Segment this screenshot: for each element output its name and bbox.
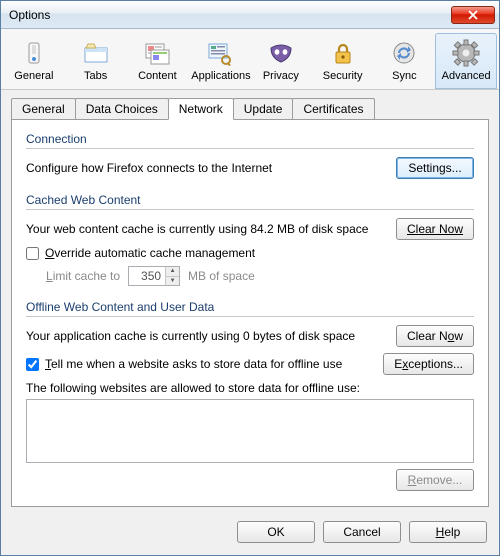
tabs-icon — [80, 38, 112, 68]
cached-section: Cached Web Content Your web content cach… — [26, 193, 474, 286]
remove-button[interactable]: Remove... — [396, 469, 474, 491]
toolbar-sync[interactable]: Sync — [374, 33, 436, 89]
sub-tabstrip: General Data Choices Network Update Cert… — [11, 98, 489, 119]
toolbar-label: Privacy — [253, 70, 309, 82]
sync-icon — [388, 38, 420, 68]
limit-input[interactable] — [129, 267, 165, 285]
offline-title: Offline Web Content and User Data — [26, 300, 474, 317]
cached-status: Your web content cache is currently usin… — [26, 222, 388, 236]
clear-offline-button[interactable]: Clear Now — [396, 325, 474, 347]
override-checkbox[interactable]: Override automatic cache management — [26, 246, 255, 260]
applications-icon — [203, 38, 235, 68]
offline-status: Your application cache is currently usin… — [26, 329, 388, 343]
toolbar-label: Advanced — [438, 70, 494, 82]
toolbar-general[interactable]: General — [3, 33, 65, 89]
dialog-button-row: OK Cancel Help — [1, 511, 499, 555]
toolbar-privacy[interactable]: Privacy — [250, 33, 312, 89]
switch-icon — [18, 38, 50, 68]
limit-row: Limit cache to ▲ ▼ MB of space — [46, 266, 474, 286]
limit-label: Limit cache to — [46, 269, 120, 283]
mask-icon — [265, 38, 297, 68]
options-window: Options General Tabs Content — [0, 0, 500, 556]
spin-up-icon[interactable]: ▲ — [166, 267, 179, 277]
close-icon — [468, 10, 478, 20]
connection-title: Connection — [26, 132, 474, 149]
content-area: General Data Choices Network Update Cert… — [1, 90, 499, 511]
toolbar-label: Sync — [377, 70, 433, 82]
settings-button[interactable]: Settings... — [396, 157, 474, 179]
toolbar-label: Tabs — [68, 70, 124, 82]
category-toolbar: General Tabs Content Applications Privac… — [1, 29, 499, 90]
override-checkbox-input[interactable] — [26, 247, 39, 260]
network-panel: Connection Configure how Firefox connect… — [11, 119, 489, 507]
tab-general[interactable]: General — [11, 98, 76, 119]
ok-button[interactable]: OK — [237, 521, 315, 543]
content-icon — [141, 38, 173, 68]
override-label: Override automatic cache management — [45, 246, 255, 260]
toolbar-security[interactable]: Security — [312, 33, 374, 89]
lock-icon — [327, 38, 359, 68]
tab-update[interactable]: Update — [233, 98, 294, 119]
exceptions-button[interactable]: Exceptions... — [383, 353, 474, 375]
window-title: Options — [9, 8, 451, 22]
cached-title: Cached Web Content — [26, 193, 474, 210]
tellme-checkbox[interactable]: Tell me when a website asks to store dat… — [26, 357, 375, 371]
help-button[interactable]: Help — [409, 521, 487, 543]
close-button[interactable] — [451, 6, 495, 24]
tab-certificates[interactable]: Certificates — [292, 98, 374, 119]
toolbar-label: Content — [130, 70, 186, 82]
limit-suffix: MB of space — [188, 269, 255, 283]
offline-section: Offline Web Content and User Data Your a… — [26, 300, 474, 491]
tab-network[interactable]: Network — [168, 98, 234, 120]
tab-data-choices[interactable]: Data Choices — [75, 98, 169, 119]
limit-spinner[interactable]: ▲ ▼ — [128, 266, 180, 286]
toolbar-label: Security — [315, 70, 371, 82]
connection-section: Connection Configure how Firefox connect… — [26, 132, 474, 179]
cancel-button[interactable]: Cancel — [323, 521, 401, 543]
toolbar-label: General — [6, 70, 62, 82]
connection-desc: Configure how Firefox connects to the In… — [26, 161, 388, 175]
gear-icon — [450, 38, 482, 68]
toolbar-label: Applications — [191, 70, 247, 82]
spin-down-icon[interactable]: ▼ — [166, 277, 179, 286]
toolbar-applications[interactable]: Applications — [188, 33, 250, 89]
tellme-label: Tell me when a website asks to store dat… — [45, 357, 342, 371]
titlebar: Options — [1, 1, 499, 29]
tellme-checkbox-input[interactable] — [26, 358, 39, 371]
allowed-desc: The following websites are allowed to st… — [26, 381, 474, 395]
clear-cache-button[interactable]: Clear Now — [396, 218, 474, 240]
toolbar-content[interactable]: Content — [127, 33, 189, 89]
allowed-sites-listbox[interactable] — [26, 399, 474, 463]
toolbar-advanced[interactable]: Advanced — [435, 33, 497, 89]
toolbar-tabs[interactable]: Tabs — [65, 33, 127, 89]
